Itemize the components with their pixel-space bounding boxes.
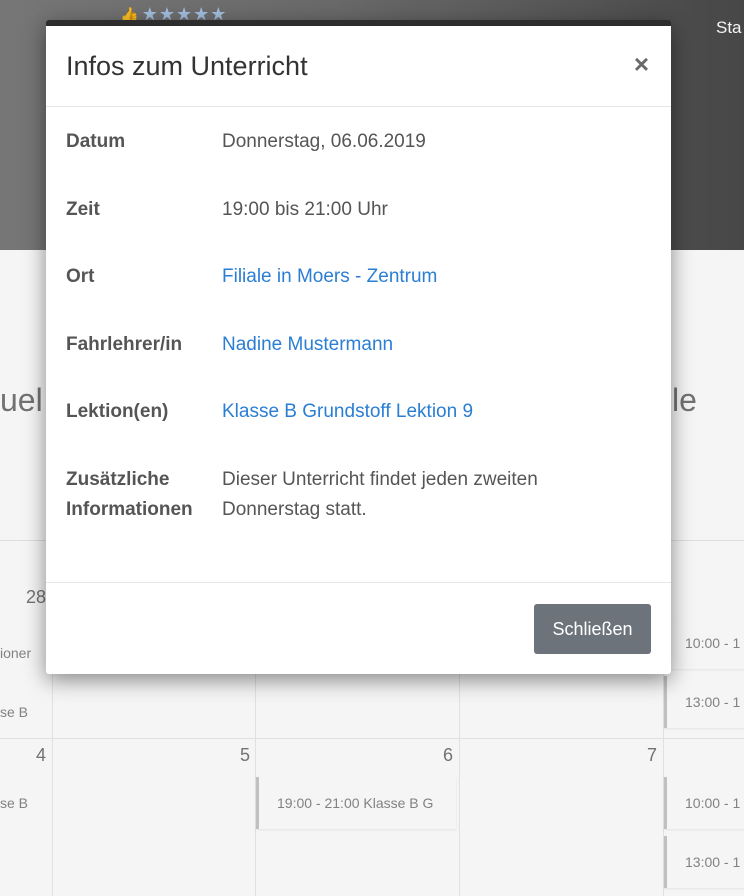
info-label: Zusätzliche Informationen bbox=[66, 469, 193, 520]
info-label: Ort bbox=[66, 266, 95, 287]
modal-title: Infos zum Unterricht bbox=[66, 51, 308, 81]
modal-body: Datum Donnerstag, 06.06.2019 Zeit 19:00 … bbox=[46, 107, 671, 583]
info-label: Lektion(en) bbox=[66, 401, 169, 422]
location-link[interactable]: Filiale in Moers - Zentrum bbox=[222, 262, 622, 292]
instructor-link[interactable]: Nadine Mustermann bbox=[222, 330, 622, 360]
info-value: Dieser Unterricht findet jeden zweiten D… bbox=[222, 469, 538, 520]
modal-footer: Schließen bbox=[46, 583, 671, 674]
info-value: Donnerstag, 06.06.2019 bbox=[222, 131, 426, 152]
info-label: Datum bbox=[66, 131, 126, 152]
close-icon[interactable]: × bbox=[634, 50, 649, 78]
info-label: Zeit bbox=[66, 199, 100, 220]
info-row-additional: Zusätzliche Informationen Dieser Unterri… bbox=[66, 465, 636, 525]
lesson-link[interactable]: Klasse B Grundstoff Lektion 9 bbox=[222, 397, 622, 427]
modal-header: Infos zum Unterricht × bbox=[46, 26, 671, 107]
info-value: 19:00 bis 21:00 Uhr bbox=[222, 199, 388, 220]
lesson-info-modal: Infos zum Unterricht × Datum Donnerstag,… bbox=[46, 20, 671, 674]
info-label: Fahrlehrer/in bbox=[66, 334, 183, 355]
close-button[interactable]: Schließen bbox=[534, 604, 651, 654]
